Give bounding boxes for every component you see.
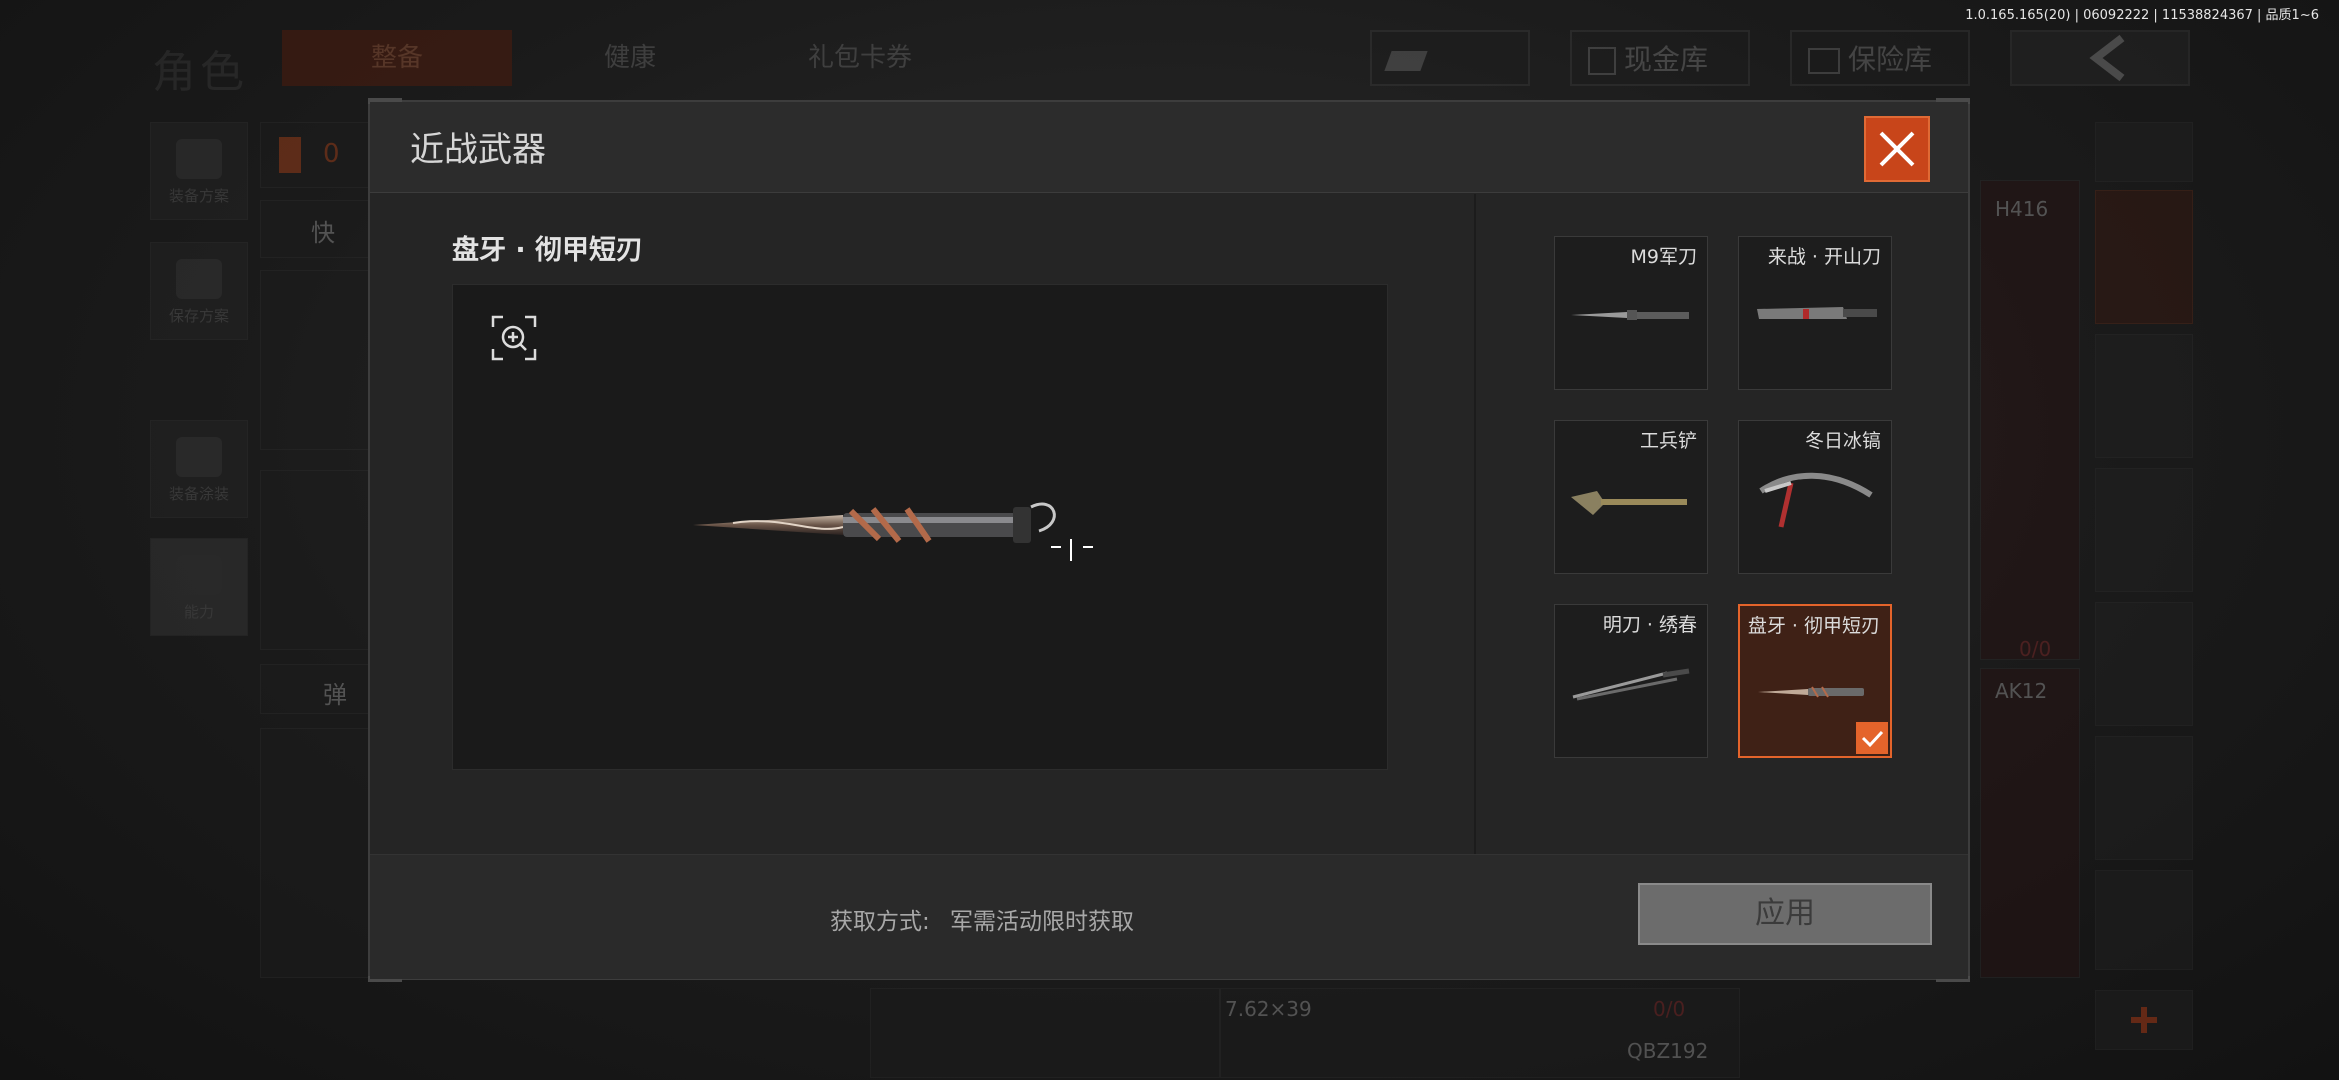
gear-slot[interactable] <box>260 728 370 978</box>
category-magazine[interactable] <box>2095 602 2193 726</box>
category-rifle[interactable] <box>2095 468 2193 592</box>
side-button-label: 保存方案 <box>168 307 229 325</box>
shovel-icon <box>1571 491 1687 515</box>
bag-icon <box>279 137 301 173</box>
weapon-card-selected[interactable]: 盘牙 · 彻甲短刃 <box>1738 604 1892 758</box>
ice-pick-icon <box>1759 472 1873 528</box>
weapon-card[interactable]: M9军刀 <box>1554 236 1708 390</box>
weapon-slot[interactable]: 7.62×39 0/0 QBZ192 <box>1220 988 1740 1078</box>
weapon-card[interactable]: 来战 · 开山刀 <box>1738 236 1892 390</box>
selected-weapon-name: 盘牙 · 彻甲短刃 <box>452 235 644 266</box>
modal-footer: 获取方式: 军需活动限时获取 应用 <box>370 854 1968 979</box>
dagger-preview-image <box>693 502 1093 561</box>
tab-gift-cards[interactable]: 礼包卡券 <box>750 30 970 86</box>
weapon-card-label: 盘牙 · 彻甲短刃 <box>1747 615 1880 637</box>
vest-icon <box>176 139 222 179</box>
ammo-slot[interactable]: 弹 <box>260 664 370 714</box>
sword-icon <box>1572 668 1690 701</box>
modal-title: 近战武器 <box>410 130 546 170</box>
side-button-save-plan[interactable]: 保存方案 <box>150 242 248 340</box>
category-ammo[interactable] <box>2095 736 2193 860</box>
insurance-label: 保险库 <box>1848 43 1933 76</box>
insurance-button[interactable]: 保险库 <box>1790 30 1970 86</box>
acquire-method-value: 军需活动限时获取 <box>950 909 1134 935</box>
acquire-method-label: 获取方式: <box>830 909 930 935</box>
bag-slot[interactable]: 0 <box>260 122 370 188</box>
quick-label: 快 <box>311 219 335 247</box>
weapon-preview[interactable] <box>452 284 1388 770</box>
side-button-label: 装备涂装 <box>168 485 229 503</box>
money-icon <box>1384 51 1428 71</box>
close-button[interactable] <box>1864 116 1930 182</box>
zoom-in-icon <box>491 315 537 361</box>
side-button-loadout-plan[interactable]: 装备方案 <box>150 122 248 220</box>
vault-icon <box>1588 47 1616 75</box>
add-button[interactable] <box>2095 990 2193 1050</box>
melee-slot[interactable] <box>870 988 1220 1078</box>
category-accessory[interactable] <box>2095 870 2193 970</box>
bag-count: 0 <box>323 139 340 169</box>
tab-loadout[interactable]: 整备 <box>282 30 512 86</box>
weapon-name: H416 <box>1995 197 2049 221</box>
weapon-card[interactable]: 明刀 · 绣春 <box>1554 604 1708 758</box>
weapon-card-label: 明刀 · 绣春 <box>1602 614 1697 636</box>
tab-health[interactable]: 健康 <box>520 30 740 86</box>
weapon-card-label: 冬日冰镐 <box>1804 430 1881 452</box>
currency-display: 480743 <box>1370 30 1530 132</box>
caliber-label: 7.62×39 <box>1225 997 1312 1021</box>
weapon-card[interactable]: 工兵铲 <box>1554 420 1708 574</box>
side-button-label: 能力 <box>183 603 214 621</box>
weapon-slot-h416[interactable]: H416 0/0 <box>1980 180 2080 661</box>
weapon-card-label: M9军刀 <box>1630 246 1697 268</box>
ammo-count: 0/0 <box>2019 637 2052 661</box>
weapon-name: QBZ192 <box>1627 1039 1709 1063</box>
weapon-slot-ak12[interactable]: AK12 <box>1980 668 2080 978</box>
pane-divider <box>1474 194 1476 854</box>
quick-slot[interactable]: 快 <box>260 200 370 258</box>
helmet-icon <box>176 437 222 477</box>
cash-vault-button[interactable]: 现金库 0 <box>1570 30 1750 132</box>
apply-button[interactable]: 应用 <box>1638 883 1932 945</box>
side-button-label: 装备方案 <box>168 187 229 205</box>
version-info: 1.0.165.165(20) | 06092222 | 11538824367… <box>1965 8 2319 23</box>
insurance-icon <box>1808 48 1840 74</box>
page-title: 角色 <box>152 47 248 98</box>
gear-slot[interactable] <box>260 470 370 650</box>
melee-weapon-modal: 近战武器 盘牙 · 彻甲短刃 M9军刀 来战 · 开山刀 工兵铲 冬日冰镐 明刀… <box>368 98 1970 982</box>
category-backpack[interactable] <box>2095 190 2193 324</box>
modal-header: 近战武器 <box>370 102 1968 193</box>
back-button[interactable] <box>2010 30 2190 86</box>
lightning-hex-icon <box>176 555 222 595</box>
weapon-card-label: 来战 · 开山刀 <box>1767 246 1881 268</box>
download-icon <box>176 259 222 299</box>
ammo-count: 0/0 <box>1653 997 1686 1021</box>
side-button-ability[interactable]: 能力 <box>150 538 248 636</box>
dagger-icon <box>1758 686 1864 698</box>
bayonet-icon <box>1571 310 1689 320</box>
zoom-button[interactable] <box>491 315 537 361</box>
machete-icon <box>1757 307 1877 319</box>
weapon-name: AK12 <box>1995 679 2048 703</box>
close-icon <box>1879 131 1915 167</box>
plus-icon <box>2131 1007 2157 1033</box>
weapon-card[interactable]: 冬日冰镐 <box>1738 420 1892 574</box>
category-armor[interactable] <box>2095 334 2193 458</box>
stack-reload-button[interactable] <box>2095 122 2193 182</box>
ammo-label: 弹 <box>323 681 347 709</box>
side-button-skin[interactable]: 装备涂装 <box>150 420 248 518</box>
checkmark-icon <box>1856 722 1888 754</box>
weapon-card-label: 工兵铲 <box>1639 430 1697 452</box>
back-arrow-icon <box>2089 34 2125 82</box>
gear-slot[interactable] <box>260 270 370 450</box>
